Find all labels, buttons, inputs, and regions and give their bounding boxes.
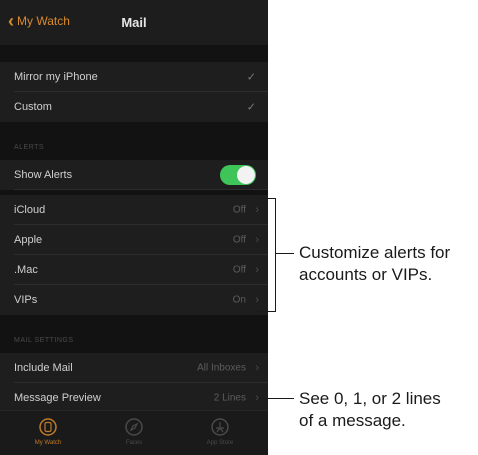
account-row-vips[interactable]: VIPs On ›: [0, 285, 268, 315]
show-alerts-row: Show Alerts: [0, 160, 268, 190]
tab-label: App Store: [206, 440, 234, 446]
account-label: Apple: [14, 234, 43, 246]
tab-my-watch[interactable]: My Watch: [18, 417, 78, 446]
account-row-apple[interactable]: Apple Off ›: [0, 225, 268, 255]
include-mail-row[interactable]: Include Mail All Inboxes ›: [0, 353, 268, 383]
bracket-top: [258, 198, 276, 199]
callout-line-1: Customize alerts for: [299, 243, 451, 262]
checkmark-icon: ✓: [246, 101, 256, 114]
toggle-knob: [237, 166, 255, 184]
show-alerts-toggle[interactable]: [220, 165, 256, 185]
include-mail-value: All Inboxes: [197, 362, 246, 374]
message-preview-row[interactable]: Message Preview 2 Lines ›: [0, 383, 268, 413]
compass-icon: [125, 418, 143, 436]
account-row-icloud[interactable]: iCloud Off ›: [0, 195, 268, 225]
account-row-mac[interactable]: .Mac Off ›: [0, 255, 268, 285]
account-label: VIPs: [14, 294, 38, 306]
tab-bar: My Watch Faces App Store: [0, 410, 268, 455]
account-label: .Mac: [14, 264, 38, 276]
tab-app-store[interactable]: App Store: [190, 417, 250, 446]
show-alerts-label: Show Alerts: [14, 169, 73, 181]
message-preview-label: Message Preview: [14, 392, 101, 404]
callout-line-1: See 0, 1, or 2 lines: [299, 389, 441, 408]
accounts-callout-text: Customize alerts for accounts or VIPs.: [299, 242, 450, 286]
preview-callout-text: See 0, 1, or 2 lines of a message.: [299, 388, 441, 432]
chevron-right-icon: ›: [255, 264, 259, 276]
tab-label: Faces: [125, 440, 143, 446]
callout-line-2: accounts or VIPs.: [299, 265, 433, 284]
page-title: Mail: [121, 15, 147, 30]
custom-label: Custom: [14, 101, 52, 113]
account-value: On: [232, 294, 246, 306]
account-label: iCloud: [14, 204, 46, 216]
bracket-bottom: [258, 311, 276, 312]
callout-line-2: of a message.: [299, 411, 406, 430]
account-value: Off: [232, 264, 246, 276]
include-mail-label: Include Mail: [14, 362, 73, 374]
custom-row[interactable]: Custom ✓: [0, 92, 268, 122]
chevron-right-icon: ›: [255, 204, 259, 216]
tab-label: My Watch: [34, 440, 62, 446]
divider: [14, 189, 268, 190]
navigation-bar: ‹ My Watch Mail: [0, 0, 268, 45]
chevron-right-icon: ›: [255, 294, 259, 306]
message-preview-value: 2 Lines: [213, 392, 246, 404]
mirror-iphone-row[interactable]: Mirror my iPhone ✓: [0, 62, 268, 92]
preview-pointer-line: [258, 398, 294, 399]
account-value: Off: [232, 204, 246, 216]
tab-faces[interactable]: Faces: [104, 417, 164, 446]
chevron-right-icon: ›: [255, 234, 259, 246]
bracket-vertical: [275, 198, 276, 312]
bracket-pointer: [276, 253, 294, 254]
alerts-section-header: ALERTS: [14, 144, 45, 151]
app-store-icon: [211, 418, 229, 436]
chevron-right-icon: ›: [255, 362, 259, 374]
watch-icon: [39, 418, 57, 436]
checkmark-icon: ✓: [246, 71, 256, 84]
phone-screen: ‹ My Watch Mail Mirror my iPhone ✓ Custo…: [0, 0, 268, 455]
account-value: Off: [232, 234, 246, 246]
mirror-iphone-label: Mirror my iPhone: [14, 71, 98, 83]
mail-settings-section-header: MAIL SETTINGS: [14, 337, 74, 344]
